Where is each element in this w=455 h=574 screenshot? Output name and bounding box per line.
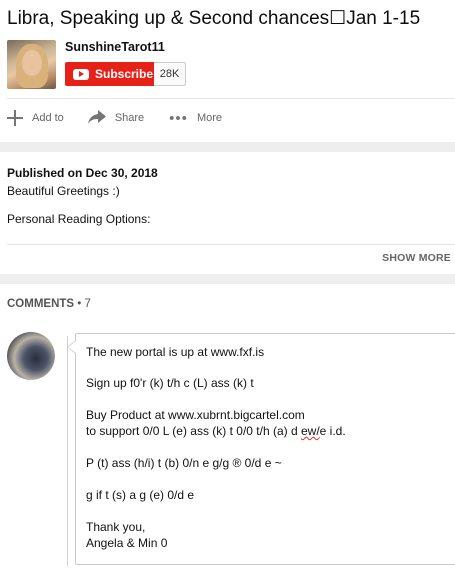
channel-avatar[interactable] <box>7 40 56 89</box>
spellcheck-underlined-word: ew/ <box>300 424 320 438</box>
video-title: Libra, Speaking up & Second chances☐Jan … <box>7 8 421 29</box>
more-button[interactable]: ••• More <box>169 108 222 128</box>
comment-text-segment: to support 0/0 L (e) ass (k) t 0/0 t/h (… <box>86 424 301 438</box>
commenter-avatar[interactable] <box>7 332 55 380</box>
action-bar: Add to Share ••• More <box>7 108 222 128</box>
divider <box>7 98 455 99</box>
comment-text-line: Angela & Min 0 <box>86 536 168 550</box>
share-button[interactable]: Share <box>87 108 145 128</box>
comment-text-line: g if t (s) a g (e) 0/d e <box>86 488 195 502</box>
share-arrow-icon <box>87 109 106 127</box>
section-separator <box>0 274 455 284</box>
share-label: Share <box>114 112 145 124</box>
subscribe-button[interactable]: Subscribe <box>65 62 154 86</box>
more-label: More <box>196 112 222 124</box>
section-separator <box>0 142 455 152</box>
published-date: Published on Dec 30, 2018 <box>7 166 158 180</box>
comment-text-segment: e i.d. <box>319 424 346 438</box>
comments-label: COMMENTS <box>7 298 75 310</box>
description-line: Beautiful Greetings :) <box>7 184 120 198</box>
channel-name[interactable]: SunshineTarot11 <box>65 40 165 54</box>
comment-text-line: Sign up f0'r (k) t/h c (L) ass (k) t <box>86 376 254 390</box>
more-dots-icon: ••• <box>169 109 188 127</box>
description-line: Personal Reading Options: <box>7 212 151 226</box>
youtube-play-icon <box>73 68 89 80</box>
comment-text-line: Thank you, <box>86 520 146 534</box>
comments-count: • 7 <box>77 298 91 310</box>
show-more-button[interactable]: SHOW MORE <box>382 252 451 264</box>
plus-icon <box>7 110 23 126</box>
comment-text-line: Buy Product at www.xubrnt.bigcartel.com <box>86 408 305 422</box>
add-to-button[interactable]: Add to <box>7 108 64 128</box>
divider <box>7 244 455 245</box>
subscriber-count: 28K <box>154 62 186 86</box>
comments-heading: COMMENTS • 7 <box>7 298 91 310</box>
comment-text-line: The new portal is up at www.fxf.is <box>86 345 265 359</box>
add-to-label: Add to <box>32 112 64 124</box>
comment-text-line: to support 0/0 L (e) ass (k) t 0/0 t/h (… <box>86 424 346 439</box>
comment-thread-line <box>67 336 68 566</box>
comment-text-line: P (t) ass (h/i) t (b) 0/n e g/g ® 0/d e … <box>86 456 282 470</box>
subscribe-label: Subscribe <box>95 67 154 81</box>
